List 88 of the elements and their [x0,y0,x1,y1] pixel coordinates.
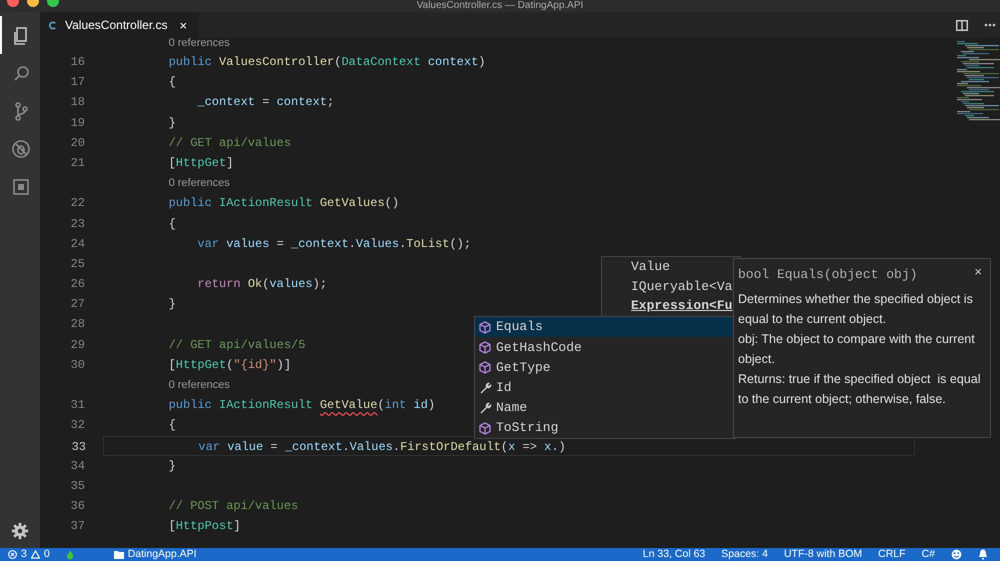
code-line: { [168,74,176,92]
documentation-text: Returns: true if the specified object is equal to the current object; otherwise, false. [738,370,982,408]
warning-icon [30,550,40,559]
documentation-text: Determines whether the specified object is equal to the current object. [738,290,974,328]
line-number: 35 [70,478,85,495]
line-number: 26 [70,276,85,294]
line-number: 33 [70,438,86,455]
code-line: public ValuesController(DataContext context) [168,54,486,71]
line-number: 25 [70,256,85,273]
code-lens[interactable]: 0 references [168,177,230,190]
code-line: [HttpGet] [168,154,234,172]
code-lens[interactable]: 0 references [168,38,230,49]
line-number: 32 [70,417,85,434]
code-line: _context = context; [196,94,334,112]
error-count: 3 [21,548,27,561]
wrench-icon [479,381,492,394]
code-line: { [168,216,176,232]
suggestion-item[interactable]: Id [475,378,735,398]
line-number: 21 [70,154,85,172]
settings-icon[interactable] [11,522,29,540]
code-line: // GET api/values [168,134,292,152]
code-line: public IActionResult GetValue(int id) [168,397,436,414]
window-title: ValuesController.cs — DatingApp.API [416,0,584,12]
line-number: 27 [70,296,85,314]
method-cube-icon [479,360,492,374]
error-icon [8,550,17,559]
split-editor-icon[interactable] [956,20,968,30]
line-number: 28 [70,316,85,334]
code-line: var values = _context.Values.ToList(); [196,236,472,253]
method-cube-icon [479,340,492,354]
line-number: 31 [70,397,85,414]
code-line: public IActionResult GetValues() [168,195,400,212]
line-number: 18 [70,94,85,112]
line-number: 29 [70,336,85,354]
warning-count: 0 [44,548,50,561]
line-number: 17 [70,74,85,92]
code-line: [HttpPost] [168,518,241,536]
code-line: // POST api/values [168,498,298,516]
code-line: } [168,114,176,132]
suggestion-item[interactable]: Name [475,398,735,418]
suggestion-item[interactable]: ToString [475,418,735,438]
hint-line: Expression<Fu [631,297,734,315]
code-lens[interactable]: 0 references [168,379,230,391]
code-line: var value = _context.Values.FirstOrDefault(x => x.) [197,438,566,455]
close-tab-button[interactable]: × [176,18,192,32]
code-line: [HttpGet("{id}")] [168,356,292,374]
line-number: 23 [70,216,85,232]
suggestion-item[interactable]: Equals [475,317,735,338]
hint-line: Value [631,258,672,276]
line-number: 19 [70,114,85,132]
code-line: } [168,458,176,475]
line-number: 22 [70,195,85,212]
tab-label: ValuesController.cs [65,17,168,34]
signature-text: bool Equals(object obj) [738,266,918,284]
more-actions-icon[interactable] [984,23,996,27]
line-number: 24 [70,236,85,253]
editor-tab[interactable]: ValuesController.cs × [40,12,200,38]
line-number: 16 [70,54,85,71]
line-number: 36 [70,498,85,516]
method-cube-icon [479,320,492,334]
code-line: return Ok(values); [196,276,328,294]
hint-line: IQueryable<Va [631,278,734,296]
error-squiggle-token: GetValue [320,398,378,412]
status-item[interactable]: C# [922,548,935,561]
folder-indicator[interactable]: DatingApp.API [114,548,197,561]
line-number: 37 [70,518,85,536]
line-number: 30 [70,356,85,374]
status-item[interactable]: Spaces: 4 [721,548,768,561]
code-line: } [168,296,176,314]
status-item[interactable]: UTF-8 with BOM [784,548,862,561]
code-line: { [168,417,176,434]
suggestion-item[interactable]: GetHashCode [475,337,735,358]
wrench-icon [479,401,492,414]
documentation-text: obj: The object to compare with the current object. [738,330,976,368]
close-details-button[interactable]: × [970,265,986,278]
status-item[interactable]: CRLF [878,548,906,561]
notification-bell-icon[interactable] [978,549,988,560]
folder-name: DatingApp.API [128,548,197,561]
feedback-smiley-icon[interactable] [951,549,962,560]
suggestion-item[interactable]: GetType [475,357,735,378]
line-number: 34 [70,458,85,475]
status-item[interactable]: Ln 33, Col 63 [642,548,706,561]
csharp-file-icon [48,20,57,30]
line-number: 20 [70,134,85,152]
code-line: // GET api/values/5 [168,336,306,354]
folder-icon [114,550,124,558]
problems-indicator[interactable]: 3 0 [8,548,50,561]
method-cube-icon [479,422,492,435]
